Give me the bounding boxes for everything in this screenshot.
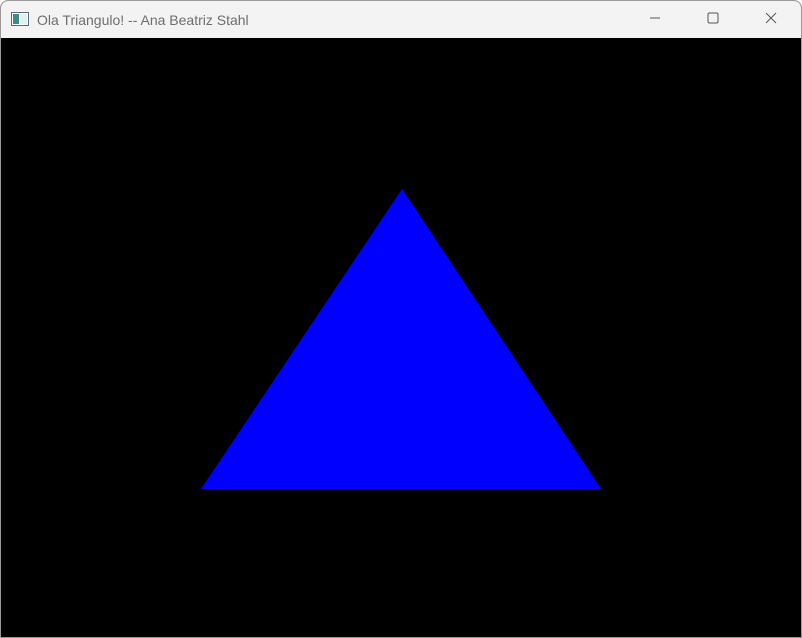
app-window: Ola Triangulo! -- Ana Beatriz Stahl — [0, 0, 802, 638]
title-bar[interactable]: Ola Triangulo! -- Ana Beatriz Stahl — [1, 1, 801, 38]
minimize-button[interactable] — [626, 1, 684, 38]
window-title: Ola Triangulo! -- Ana Beatriz Stahl — [37, 12, 249, 28]
minimize-icon — [649, 11, 661, 29]
close-icon — [765, 11, 777, 29]
scene-svg — [1, 38, 801, 637]
app-window-icon[interactable] — [11, 12, 29, 26]
maximize-button[interactable] — [684, 1, 742, 38]
close-button[interactable] — [742, 1, 800, 38]
maximize-icon — [707, 11, 719, 29]
render-canvas[interactable] — [1, 38, 801, 637]
